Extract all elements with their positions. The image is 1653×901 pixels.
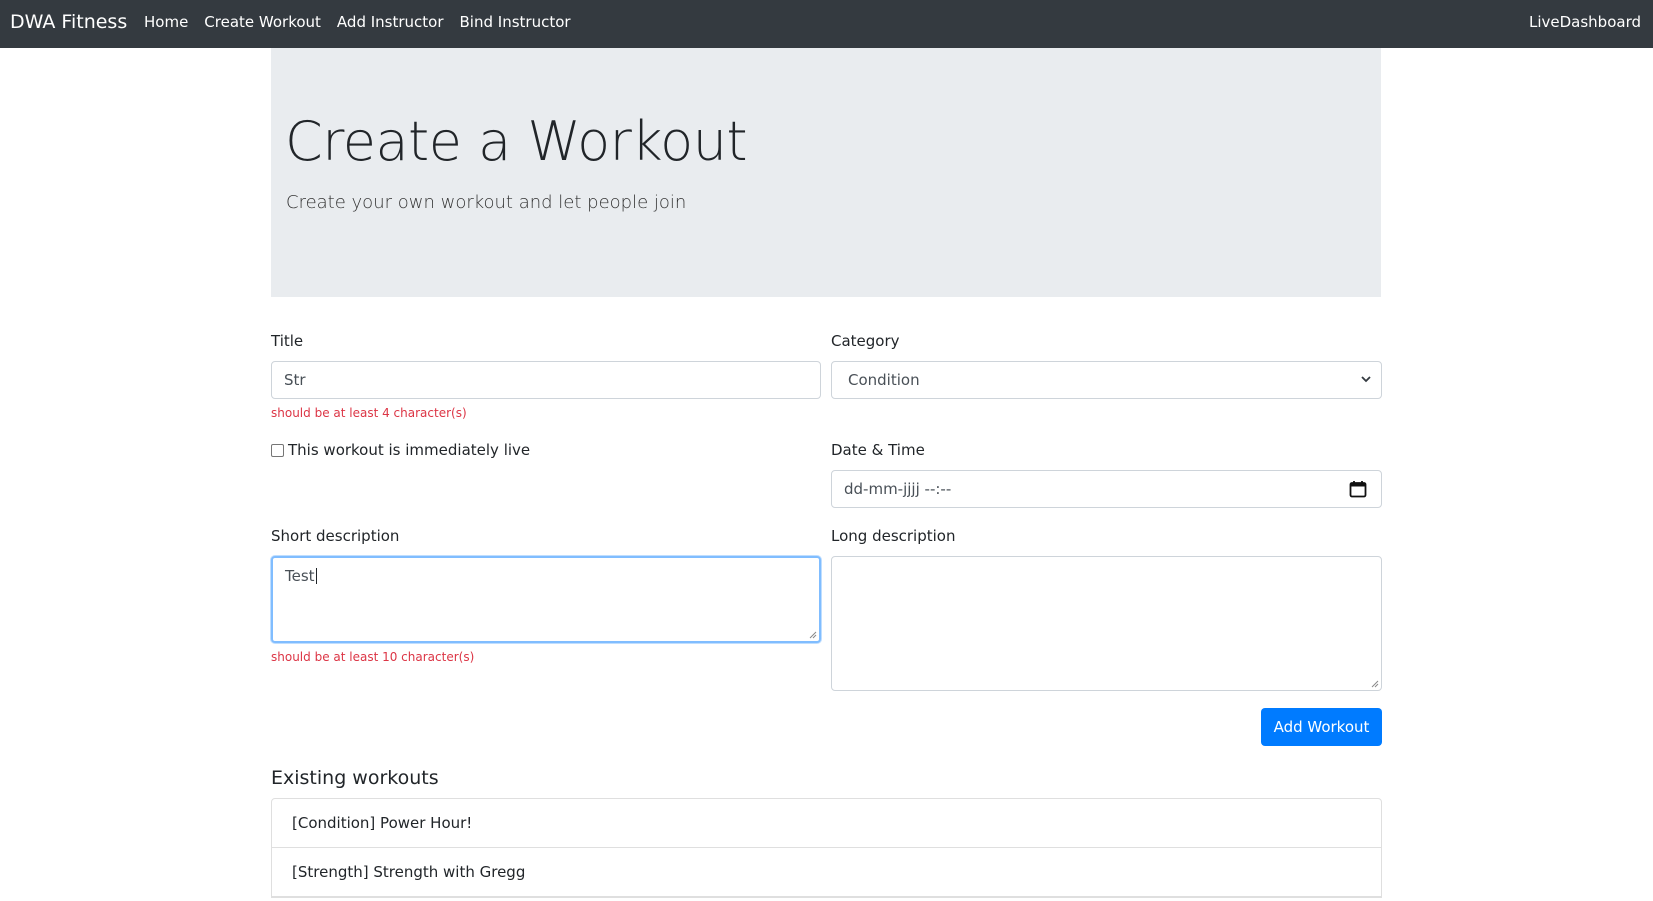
existing-workouts-heading: Existing workouts <box>271 767 439 789</box>
page-title: Create a Workout <box>285 110 748 173</box>
title-error: should be at least 4 character(s) <box>271 406 467 420</box>
nav-link-home[interactable]: Home <box>144 12 188 32</box>
category-select[interactable]: Condition <box>831 361 1382 399</box>
live-checkbox[interactable] <box>271 443 284 457</box>
resize-handle-icon[interactable] <box>1371 680 1379 688</box>
title-input-value: Str <box>284 371 306 389</box>
short-description-value: Test <box>285 567 315 585</box>
page: DWA Fitness Home Create Workout Add Inst… <box>0 0 1653 901</box>
short-description-error: should be at least 10 character(s) <box>271 650 475 664</box>
jumbotron: Create a Workout Create your own workout… <box>271 48 1381 297</box>
calendar-icon[interactable] <box>1349 480 1367 498</box>
title-label: Title <box>271 332 304 350</box>
category-label: Category <box>831 332 900 350</box>
datetime-label: Date & Time <box>831 441 925 459</box>
long-description-textarea[interactable] <box>831 556 1382 691</box>
add-workout-button[interactable]: Add Workout <box>1261 708 1382 746</box>
nav-link-live-dashboard[interactable]: LiveDashboard <box>1529 12 1641 32</box>
datetime-placeholder: dd-mm-jjjj --:-- <box>844 480 952 498</box>
chevron-down-icon <box>1361 376 1371 383</box>
nav-link-bind-instructor[interactable]: Bind Instructor <box>460 12 571 32</box>
existing-workouts-list: [Condition] Power Hour! [Strength] Stren… <box>271 798 1382 898</box>
category-selected: Condition <box>848 371 920 389</box>
live-checkbox-row: This workout is immediately live <box>271 440 530 460</box>
nav-link-add-instructor[interactable]: Add Instructor <box>337 12 444 32</box>
short-description-textarea[interactable]: Test <box>271 556 821 643</box>
short-description-label: Short description <box>271 527 400 545</box>
datetime-input[interactable]: dd-mm-jjjj --:-- <box>831 470 1382 508</box>
text-cursor <box>315 568 317 584</box>
list-item[interactable]: [Strength] Strength with Gregg <box>272 848 1381 897</box>
brand-link[interactable]: DWA Fitness <box>10 10 127 34</box>
title-input[interactable]: Str <box>271 361 821 399</box>
long-description-label: Long description <box>831 527 956 545</box>
resize-handle-icon[interactable] <box>809 631 817 639</box>
nav-link-create-workout[interactable]: Create Workout <box>204 12 321 32</box>
list-item[interactable]: [Condition] Power Hour! <box>272 799 1381 848</box>
nav-links: Home Create Workout Add Instructor Bind … <box>144 12 571 32</box>
live-checkbox-label[interactable]: This workout is immediately live <box>288 440 530 460</box>
navbar: DWA Fitness Home Create Workout Add Inst… <box>0 0 1653 48</box>
page-lead: Create your own workout and let people j… <box>286 192 687 213</box>
